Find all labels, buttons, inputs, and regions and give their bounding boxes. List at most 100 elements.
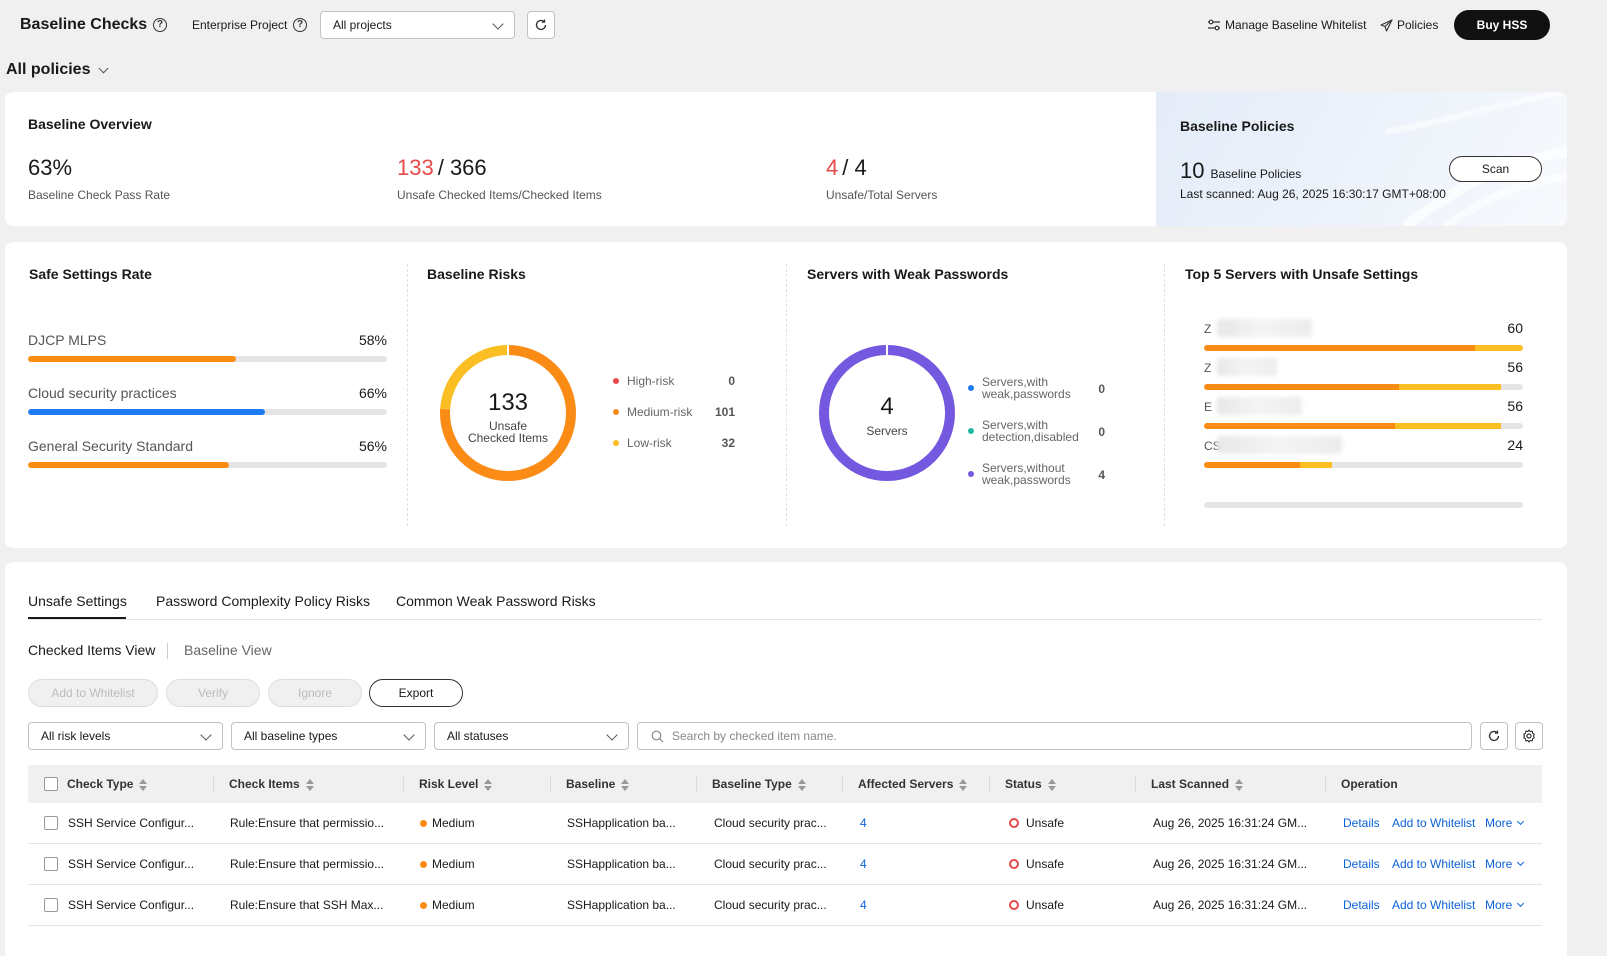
cell-baseline-type: Cloud security prac... [714,857,827,871]
col-last-scanned[interactable]: Last Scanned [1151,765,1244,803]
row-checkbox[interactable] [44,857,58,871]
project-select[interactable]: All projects [320,11,515,39]
search-input[interactable]: Search by checked item name. [637,722,1472,750]
weak-legend-label: weak,passwords [982,473,1071,487]
sliders-icon [1208,19,1220,31]
select-all-checkbox[interactable] [44,777,58,791]
add-to-whitelist-button[interactable]: Add to Whitelist [28,679,158,707]
data-table: Check Type Check Items Risk Level Baseli… [28,765,1542,956]
more-dropdown[interactable]: More [1485,803,1525,843]
add-to-whitelist-link[interactable]: Add to Whitelist [1392,803,1475,843]
legend-dot [613,378,619,384]
cell-baseline: SSHapplication ba... [567,857,676,871]
top5-bar [1204,384,1523,390]
help-icon[interactable]: ? [293,18,307,32]
policies-panel-title: Baseline Policies [1180,118,1295,134]
unsafe-status-icon [1009,818,1019,828]
risk-level-filter[interactable]: All risk levels [28,722,223,750]
cell-baseline-type: Cloud security prac... [714,816,827,830]
policies-link[interactable]: Policies [1380,18,1438,32]
policy-selector[interactable]: All policies [6,61,109,79]
cell-affected-servers-link[interactable]: 4 [860,803,867,843]
col-status[interactable]: Status [1005,765,1056,803]
row-checkbox[interactable] [44,816,58,830]
tab-common-weak-password[interactable]: Common Weak Password Risks [396,593,596,609]
table-settings-button[interactable] [1515,722,1543,750]
col-check-items[interactable]: Check Items [229,765,314,803]
sort-icon [621,778,630,791]
export-button[interactable]: Export [369,679,463,707]
divider [407,264,408,526]
tab-password-complexity[interactable]: Password Complexity Policy Risks [156,593,370,609]
status-filter[interactable]: All statuses [434,722,629,750]
cell-last-scanned: Aug 26, 2025 16:31:24 GM... [1153,857,1308,871]
total-servers-value: / 4 [842,155,867,180]
cell-risk-level: Medium [420,803,475,843]
view-baseline[interactable]: Baseline View [184,642,272,658]
top5-empty-bar [1204,502,1523,508]
col-risk-level-label: Risk Level [419,777,479,791]
sort-icon [1235,778,1244,791]
risk-dot [420,819,427,827]
risk-center-value: 133 [487,389,529,416]
unsafe-items-label: Unsafe Checked Items/Checked Items [397,188,602,202]
pass-rate-value: 63% [28,155,73,180]
safe-settings-item-pct: 66% [358,385,387,401]
baseline-overview-card: Baseline Overview 63% Baseline Check Pas… [5,92,1567,226]
col-check-type[interactable]: Check Type [67,765,148,803]
details-link[interactable]: Details [1343,803,1380,843]
top5-server-name-redacted [1217,358,1277,376]
refresh-button[interactable] [527,11,555,39]
top5-bar-medium [1204,423,1396,429]
legend-dot [968,428,974,434]
buy-hss-button[interactable]: Buy HSS [1454,10,1550,40]
baseline-type-filter[interactable]: All baseline types [231,722,426,750]
view-checked-items[interactable]: Checked Items View [28,642,155,658]
cell-last-scanned: Aug 26, 2025 16:31:24 GM... [1153,898,1308,912]
top5-bar-medium [1204,462,1300,468]
ignore-button[interactable]: Ignore [268,679,362,707]
col-baseline-type[interactable]: Baseline Type [712,765,806,803]
chevron-down-icon [606,729,618,741]
pass-rate-label: Baseline Check Pass Rate [28,188,171,202]
legend-dot [968,471,974,477]
details-link[interactable]: Details [1343,885,1380,925]
status-label: Unsafe [1026,857,1065,871]
details-link[interactable]: Details [1343,844,1380,884]
col-risk-level[interactable]: Risk Level [419,765,493,803]
add-to-whitelist-link[interactable]: Add to Whitelist [1392,844,1475,884]
top5-title: Top 5 Servers with Unsafe Settings [1185,266,1419,282]
table-refresh-button[interactable] [1480,722,1508,750]
table-row: SSH Service Configur... Rule:Ensure that … [28,885,1542,926]
cell-affected-servers-link[interactable]: 4 [860,844,867,884]
row-checkbox[interactable] [44,898,58,912]
verify-button[interactable]: Verify [166,679,260,707]
more-dropdown[interactable]: More [1485,844,1525,884]
safe-settings-bar-fill [28,462,230,468]
help-icon[interactable]: ? [153,18,167,32]
col-affected-servers[interactable]: Affected Servers [858,765,968,803]
tab-unsafe-settings[interactable]: Unsafe Settings [28,593,127,609]
manage-whitelist-link[interactable]: Manage Baseline Whitelist [1207,18,1366,32]
cell-affected-servers-link[interactable]: 4 [860,885,867,925]
scan-button[interactable]: Scan [1449,156,1542,182]
col-baseline-label: Baseline [566,777,616,791]
risk-center-label: Checked Items [467,431,549,445]
top5-server-name-redacted [1217,397,1302,415]
risk-level-label: Medium [432,857,475,871]
top5-bar-low [1398,384,1501,390]
risk-legend-item: High-risk [613,374,674,388]
safe-settings-item-pct: 56% [358,438,387,454]
legend-dot [968,385,974,391]
donut-separator [886,345,888,355]
cell-check-type: SSH Service Configur... [68,898,195,912]
risk-center: 133 Unsafe Checked Items [437,389,579,445]
safe-settings-bar-fill [28,356,237,362]
top5-server-value: 56 [1507,398,1523,414]
more-dropdown[interactable]: More [1485,885,1525,925]
more-label: More [1485,898,1513,912]
weak-legend-value: 0 [1098,425,1105,439]
cell-status: Unsafe [1009,803,1064,843]
add-to-whitelist-link[interactable]: Add to Whitelist [1392,885,1475,925]
col-baseline[interactable]: Baseline [566,765,630,803]
